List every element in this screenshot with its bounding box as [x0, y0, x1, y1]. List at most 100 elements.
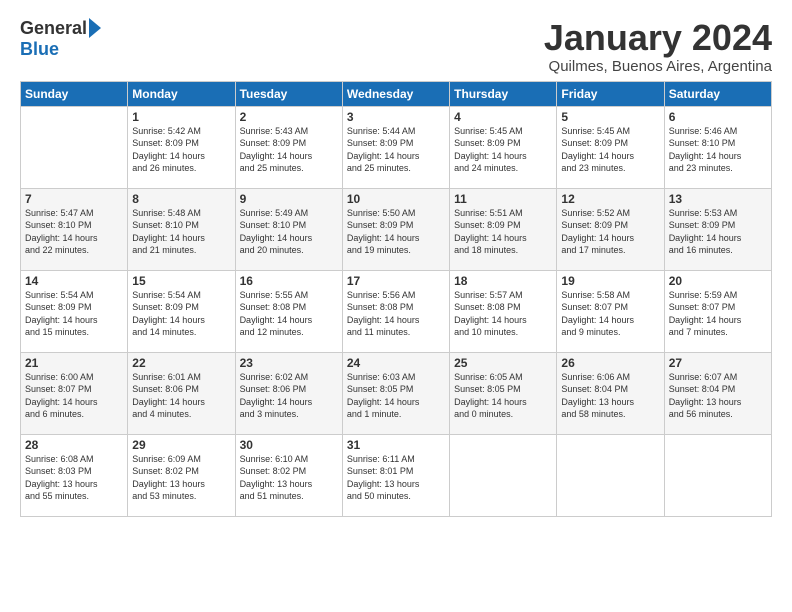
- logo-arrow-icon: [89, 18, 101, 38]
- calendar-cell: 19Sunrise: 5:58 AM Sunset: 8:07 PM Dayli…: [557, 270, 664, 352]
- day-info: Sunrise: 6:00 AM Sunset: 8:07 PM Dayligh…: [25, 371, 123, 421]
- day-info: Sunrise: 5:55 AM Sunset: 8:08 PM Dayligh…: [240, 289, 338, 339]
- day-number: 25: [454, 356, 552, 370]
- day-number: 15: [132, 274, 230, 288]
- day-info: Sunrise: 6:08 AM Sunset: 8:03 PM Dayligh…: [25, 453, 123, 503]
- col-friday: Friday: [557, 81, 664, 106]
- day-info: Sunrise: 6:05 AM Sunset: 8:05 PM Dayligh…: [454, 371, 552, 421]
- calendar-cell: 2Sunrise: 5:43 AM Sunset: 8:09 PM Daylig…: [235, 106, 342, 188]
- day-info: Sunrise: 5:43 AM Sunset: 8:09 PM Dayligh…: [240, 125, 338, 175]
- day-number: 18: [454, 274, 552, 288]
- title-block: January 2024 Quilmes, Buenos Aires, Arge…: [544, 18, 772, 75]
- day-info: Sunrise: 5:53 AM Sunset: 8:09 PM Dayligh…: [669, 207, 767, 257]
- day-info: Sunrise: 6:06 AM Sunset: 8:04 PM Dayligh…: [561, 371, 659, 421]
- calendar-cell: 5Sunrise: 5:45 AM Sunset: 8:09 PM Daylig…: [557, 106, 664, 188]
- col-tuesday: Tuesday: [235, 81, 342, 106]
- calendar-cell: 17Sunrise: 5:56 AM Sunset: 8:08 PM Dayli…: [342, 270, 449, 352]
- week-row-5: 28Sunrise: 6:08 AM Sunset: 8:03 PM Dayli…: [21, 434, 772, 516]
- col-saturday: Saturday: [664, 81, 771, 106]
- calendar-cell: 9Sunrise: 5:49 AM Sunset: 8:10 PM Daylig…: [235, 188, 342, 270]
- calendar-cell: 14Sunrise: 5:54 AM Sunset: 8:09 PM Dayli…: [21, 270, 128, 352]
- col-wednesday: Wednesday: [342, 81, 449, 106]
- day-number: 26: [561, 356, 659, 370]
- calendar-cell: 16Sunrise: 5:55 AM Sunset: 8:08 PM Dayli…: [235, 270, 342, 352]
- day-info: Sunrise: 5:48 AM Sunset: 8:10 PM Dayligh…: [132, 207, 230, 257]
- day-info: Sunrise: 5:50 AM Sunset: 8:09 PM Dayligh…: [347, 207, 445, 257]
- calendar-cell: [21, 106, 128, 188]
- calendar-cell: 25Sunrise: 6:05 AM Sunset: 8:05 PM Dayli…: [450, 352, 557, 434]
- day-info: Sunrise: 5:47 AM Sunset: 8:10 PM Dayligh…: [25, 207, 123, 257]
- logo-blue-text: Blue: [20, 39, 59, 60]
- day-info: Sunrise: 6:09 AM Sunset: 8:02 PM Dayligh…: [132, 453, 230, 503]
- day-info: Sunrise: 6:03 AM Sunset: 8:05 PM Dayligh…: [347, 371, 445, 421]
- calendar: Sunday Monday Tuesday Wednesday Thursday…: [20, 81, 772, 517]
- calendar-cell: 4Sunrise: 5:45 AM Sunset: 8:09 PM Daylig…: [450, 106, 557, 188]
- day-number: 12: [561, 192, 659, 206]
- calendar-cell: [557, 434, 664, 516]
- day-info: Sunrise: 5:42 AM Sunset: 8:09 PM Dayligh…: [132, 125, 230, 175]
- day-number: 2: [240, 110, 338, 124]
- day-number: 22: [132, 356, 230, 370]
- week-row-4: 21Sunrise: 6:00 AM Sunset: 8:07 PM Dayli…: [21, 352, 772, 434]
- day-number: 9: [240, 192, 338, 206]
- page: General Blue January 2024 Quilmes, Bueno…: [0, 0, 792, 527]
- day-info: Sunrise: 6:02 AM Sunset: 8:06 PM Dayligh…: [240, 371, 338, 421]
- day-info: Sunrise: 5:54 AM Sunset: 8:09 PM Dayligh…: [132, 289, 230, 339]
- day-number: 27: [669, 356, 767, 370]
- day-number: 19: [561, 274, 659, 288]
- calendar-cell: 29Sunrise: 6:09 AM Sunset: 8:02 PM Dayli…: [128, 434, 235, 516]
- day-number: 21: [25, 356, 123, 370]
- calendar-cell: 11Sunrise: 5:51 AM Sunset: 8:09 PM Dayli…: [450, 188, 557, 270]
- calendar-cell: 3Sunrise: 5:44 AM Sunset: 8:09 PM Daylig…: [342, 106, 449, 188]
- logo-general-text: General: [20, 18, 87, 39]
- day-number: 28: [25, 438, 123, 452]
- week-row-3: 14Sunrise: 5:54 AM Sunset: 8:09 PM Dayli…: [21, 270, 772, 352]
- day-number: 31: [347, 438, 445, 452]
- day-number: 1: [132, 110, 230, 124]
- day-info: Sunrise: 6:10 AM Sunset: 8:02 PM Dayligh…: [240, 453, 338, 503]
- day-number: 10: [347, 192, 445, 206]
- calendar-cell: 6Sunrise: 5:46 AM Sunset: 8:10 PM Daylig…: [664, 106, 771, 188]
- day-number: 6: [669, 110, 767, 124]
- day-number: 30: [240, 438, 338, 452]
- day-number: 11: [454, 192, 552, 206]
- day-info: Sunrise: 6:07 AM Sunset: 8:04 PM Dayligh…: [669, 371, 767, 421]
- day-number: 8: [132, 192, 230, 206]
- day-number: 3: [347, 110, 445, 124]
- col-sunday: Sunday: [21, 81, 128, 106]
- location-subtitle: Quilmes, Buenos Aires, Argentina: [544, 58, 772, 75]
- day-info: Sunrise: 5:57 AM Sunset: 8:08 PM Dayligh…: [454, 289, 552, 339]
- day-info: Sunrise: 5:52 AM Sunset: 8:09 PM Dayligh…: [561, 207, 659, 257]
- calendar-cell: 21Sunrise: 6:00 AM Sunset: 8:07 PM Dayli…: [21, 352, 128, 434]
- day-info: Sunrise: 5:44 AM Sunset: 8:09 PM Dayligh…: [347, 125, 445, 175]
- calendar-cell: 1Sunrise: 5:42 AM Sunset: 8:09 PM Daylig…: [128, 106, 235, 188]
- col-thursday: Thursday: [450, 81, 557, 106]
- day-info: Sunrise: 6:01 AM Sunset: 8:06 PM Dayligh…: [132, 371, 230, 421]
- day-number: 7: [25, 192, 123, 206]
- calendar-cell: 12Sunrise: 5:52 AM Sunset: 8:09 PM Dayli…: [557, 188, 664, 270]
- header: General Blue January 2024 Quilmes, Bueno…: [20, 18, 772, 75]
- calendar-cell: 30Sunrise: 6:10 AM Sunset: 8:02 PM Dayli…: [235, 434, 342, 516]
- logo: General Blue: [20, 18, 101, 60]
- col-monday: Monday: [128, 81, 235, 106]
- day-info: Sunrise: 5:46 AM Sunset: 8:10 PM Dayligh…: [669, 125, 767, 175]
- calendar-cell: 10Sunrise: 5:50 AM Sunset: 8:09 PM Dayli…: [342, 188, 449, 270]
- week-row-1: 1Sunrise: 5:42 AM Sunset: 8:09 PM Daylig…: [21, 106, 772, 188]
- calendar-cell: [664, 434, 771, 516]
- day-info: Sunrise: 5:54 AM Sunset: 8:09 PM Dayligh…: [25, 289, 123, 339]
- day-number: 29: [132, 438, 230, 452]
- calendar-cell: 24Sunrise: 6:03 AM Sunset: 8:05 PM Dayli…: [342, 352, 449, 434]
- day-info: Sunrise: 5:51 AM Sunset: 8:09 PM Dayligh…: [454, 207, 552, 257]
- calendar-header-row: Sunday Monday Tuesday Wednesday Thursday…: [21, 81, 772, 106]
- calendar-cell: 31Sunrise: 6:11 AM Sunset: 8:01 PM Dayli…: [342, 434, 449, 516]
- week-row-2: 7Sunrise: 5:47 AM Sunset: 8:10 PM Daylig…: [21, 188, 772, 270]
- day-number: 24: [347, 356, 445, 370]
- day-info: Sunrise: 6:11 AM Sunset: 8:01 PM Dayligh…: [347, 453, 445, 503]
- day-number: 17: [347, 274, 445, 288]
- calendar-cell: 8Sunrise: 5:48 AM Sunset: 8:10 PM Daylig…: [128, 188, 235, 270]
- day-info: Sunrise: 5:59 AM Sunset: 8:07 PM Dayligh…: [669, 289, 767, 339]
- day-number: 16: [240, 274, 338, 288]
- calendar-cell: 20Sunrise: 5:59 AM Sunset: 8:07 PM Dayli…: [664, 270, 771, 352]
- calendar-cell: 18Sunrise: 5:57 AM Sunset: 8:08 PM Dayli…: [450, 270, 557, 352]
- calendar-cell: 26Sunrise: 6:06 AM Sunset: 8:04 PM Dayli…: [557, 352, 664, 434]
